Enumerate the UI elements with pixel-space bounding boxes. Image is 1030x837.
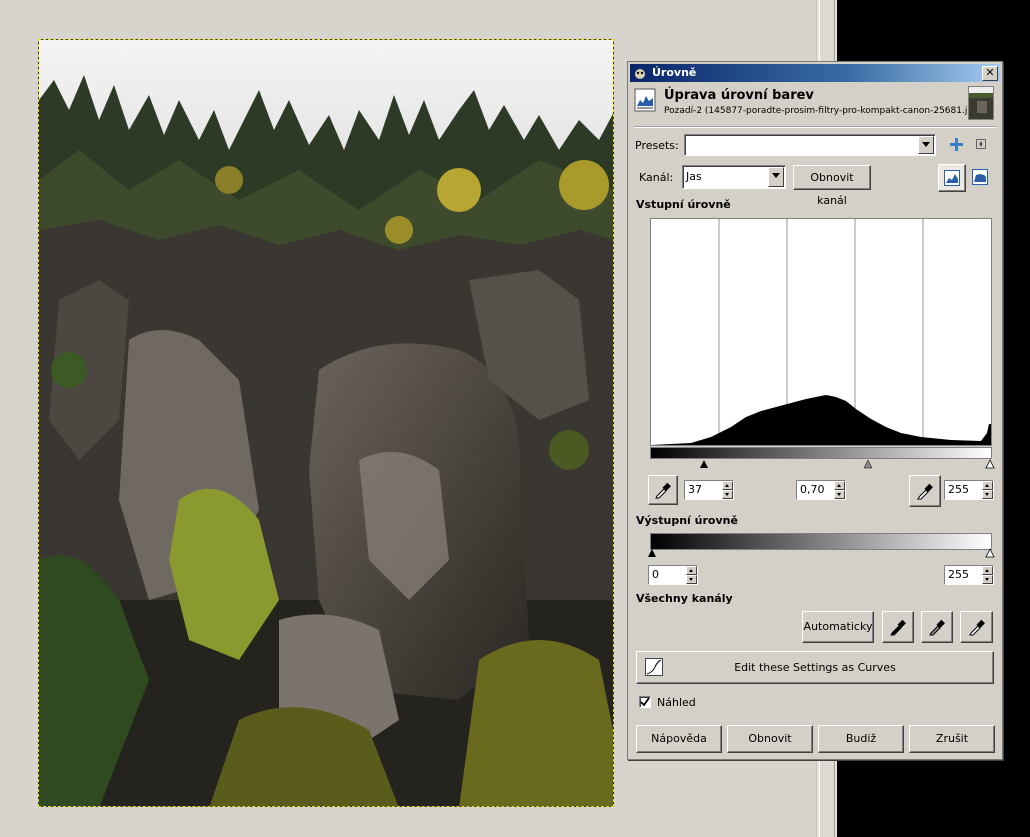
spin-up-button[interactable] [834, 481, 845, 490]
input-low-handle [700, 460, 708, 468]
header-subtitle: Pozadí-2 (145877-poradte-prosim-filtry-p… [664, 106, 983, 116]
spin-up-button[interactable] [982, 481, 993, 490]
rock-landscape-photo [39, 40, 613, 806]
input-histogram [650, 218, 992, 446]
header-separator [634, 126, 996, 128]
input-high-handle [985, 459, 995, 469]
spin-down-button[interactable] [982, 490, 993, 499]
input-high-spinner[interactable]: 255 [944, 480, 994, 500]
edit-as-curves-button[interactable]: Edit these Settings as Curves [636, 651, 994, 684]
levels-icon [634, 88, 656, 112]
chevron-down-icon [772, 173, 780, 178]
linear-histogram-button[interactable] [938, 164, 966, 192]
output-slider-track[interactable] [648, 548, 996, 558]
channel-dropdown-arrow[interactable] [768, 167, 784, 187]
gray-picker-all[interactable] [921, 611, 953, 643]
image-thumbnail [968, 86, 994, 120]
eyedropper-icon [968, 619, 985, 636]
input-levels-title: Vstupní úrovně [636, 198, 731, 211]
help-button[interactable]: Nápověda [636, 725, 722, 753]
log-histogram-icon [972, 169, 988, 185]
preview-label: Náhled [657, 696, 696, 709]
checkmark-icon [640, 697, 650, 707]
all-channels-title: Všechny kanály [636, 592, 733, 605]
spin-down-button[interactable] [834, 490, 845, 499]
curves-icon [645, 658, 663, 676]
close-button[interactable]: ✕ [982, 66, 998, 81]
eyedropper-icon [655, 482, 671, 499]
ok-button[interactable]: Budiž [818, 725, 904, 753]
channel-value: Jas [686, 170, 702, 183]
output-low-handle [648, 549, 656, 557]
input-gamma-value: 0,70 [800, 483, 825, 496]
input-low-spinner[interactable]: 37 [684, 480, 734, 500]
presets-label: Presets: [635, 139, 679, 152]
black-point-picker[interactable] [648, 475, 678, 505]
dialog-title: Úrovně [652, 66, 697, 79]
eyedropper-icon [890, 619, 906, 636]
spin-up-button[interactable] [686, 566, 697, 575]
header-title: Úprava úrovní barev [664, 88, 814, 103]
histogram-graph [651, 219, 991, 445]
eyedropper-icon [929, 619, 945, 636]
auto-button[interactable]: Automaticky [802, 611, 874, 643]
reset-channel-button[interactable]: Obnovit kanál [793, 165, 871, 207]
output-high-handle [985, 548, 995, 558]
spin-down-button[interactable] [982, 575, 993, 584]
dialog-header: Úprava úrovní barev Pozadí-2 (145877-por… [634, 86, 996, 122]
add-preset-icon[interactable] [950, 138, 963, 151]
linear-histogram-icon [944, 170, 960, 186]
input-high-value: 255 [948, 483, 969, 496]
input-gamma-handle [863, 459, 873, 469]
close-icon: ✕ [985, 66, 995, 79]
reset-button[interactable]: Obnovit [727, 725, 813, 753]
chevron-down-icon [922, 142, 930, 147]
spin-down-button[interactable] [686, 575, 697, 584]
output-low-spinner[interactable]: 0 [648, 565, 698, 585]
dialog-titlebar[interactable]: Úrovně ✕ [630, 64, 1000, 82]
spin-down-button[interactable] [722, 490, 733, 499]
output-high-value: 255 [948, 568, 969, 581]
preview-checkbox[interactable] [639, 696, 651, 708]
cancel-button[interactable]: Zrušit [909, 725, 995, 753]
gimp-icon [635, 69, 645, 79]
spin-up-button[interactable] [982, 566, 993, 575]
black-picker-all[interactable] [882, 611, 914, 643]
white-point-picker[interactable] [909, 475, 941, 507]
levels-dialog: Úrovně ✕ Úprava úrovní barev Pozadí-2 (1… [627, 61, 1003, 760]
input-low-value: 37 [688, 483, 702, 496]
presets-dropdown-arrow[interactable] [918, 136, 934, 154]
channel-label: Kanál: [639, 171, 674, 184]
input-gamma-spinner[interactable]: 0,70 [796, 480, 846, 500]
curves-button-label: Edit these Settings as Curves [734, 661, 896, 674]
input-slider-track[interactable] [650, 458, 996, 470]
output-levels-title: Výstupní úrovně [636, 514, 738, 527]
channel-combo[interactable]: Jas [682, 165, 786, 189]
eyedropper-icon [917, 483, 933, 500]
spin-up-button[interactable] [722, 481, 733, 490]
menu-arrow-icon[interactable] [976, 139, 986, 149]
white-picker-all[interactable] [960, 611, 993, 643]
output-low-value: 0 [652, 568, 659, 581]
output-high-spinner[interactable]: 255 [944, 565, 994, 585]
presets-combo[interactable] [684, 134, 936, 156]
log-histogram-button[interactable] [972, 169, 990, 187]
image-canvas[interactable] [38, 39, 614, 807]
